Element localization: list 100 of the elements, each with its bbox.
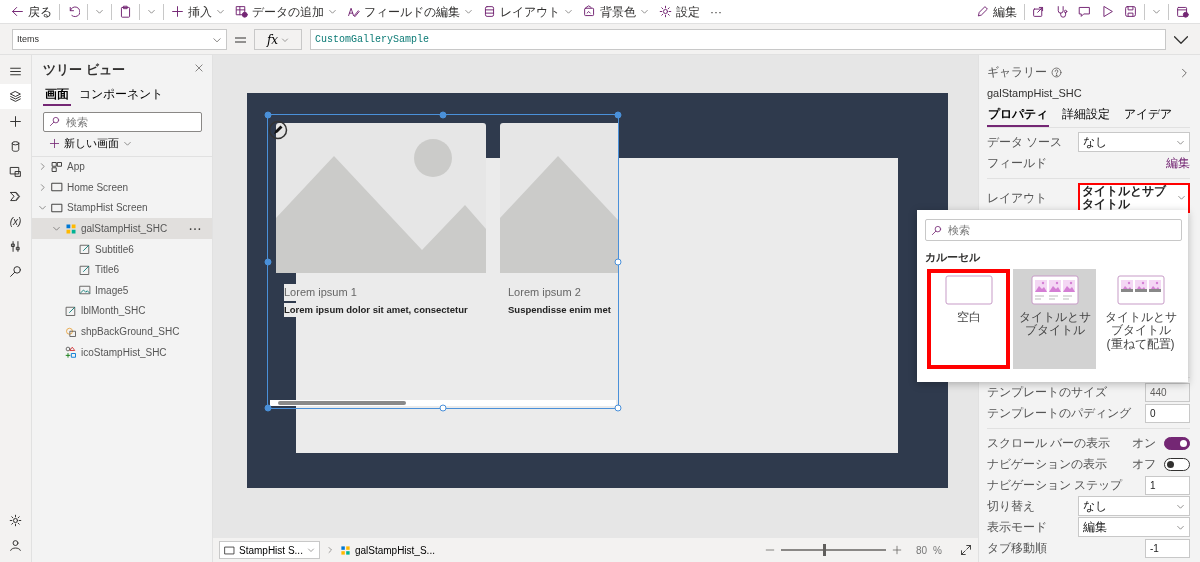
toggle-switch[interactable]: [1164, 457, 1190, 471]
resize-handle[interactable]: [264, 258, 272, 265]
search-field[interactable]: 検索: [925, 219, 1182, 241]
tree-item[interactable]: lblMonth_SHC: [32, 300, 212, 322]
icon-set-icon: [65, 346, 77, 359]
tab[interactable]: コンポーネント: [77, 84, 165, 106]
breadcrumb-item[interactable]: galStampHist_S...: [339, 542, 435, 558]
more-button[interactable]: ···: [705, 0, 727, 23]
expand-caret-icon: [52, 224, 61, 234]
text-edit-icon: [347, 5, 360, 18]
toolbar-button[interactable]: 戻る: [6, 0, 57, 23]
toolbar-button[interactable]: レイアウト: [478, 0, 578, 23]
tab[interactable]: 画面: [43, 84, 71, 106]
back-arrow-icon: [11, 5, 24, 18]
property-label: 表示モード: [987, 519, 1047, 537]
card-layout-icon: [1030, 274, 1079, 305]
plus-icon: [171, 5, 184, 18]
label-icon: [79, 243, 91, 256]
property-label: 切り替え: [987, 498, 1035, 516]
property-label: フィールド: [987, 155, 1047, 172]
more-icon: [188, 225, 202, 232]
tree-item[interactable]: Image5: [32, 280, 212, 301]
tab[interactable]: アイデア: [1123, 104, 1173, 127]
resize-handle[interactable]: [614, 258, 622, 265]
settings-icon: [9, 514, 22, 527]
tab[interactable]: 詳細設定: [1061, 104, 1111, 127]
screen-tab[interactable]: StampHist S...: [219, 541, 320, 559]
blank-layout-icon: [944, 274, 993, 305]
layout-option[interactable]: 空白: [927, 268, 1011, 369]
screen-icon: [51, 202, 63, 214]
stethoscope-icon: [1055, 5, 1068, 18]
toolbar-button[interactable]: データの追加: [230, 0, 342, 23]
gallery-frame[interactable]: Lorem ipsum 1 Lorem ipsum dolor sit amet, consectetur Lorem ipsum 2 Suspendisse enim met: [267, 114, 619, 409]
toolbar-button[interactable]: 挿入: [166, 0, 230, 23]
share-icon: [1032, 5, 1045, 18]
property-dropdown[interactable]: なし: [1078, 496, 1190, 517]
comment-icon: [1078, 5, 1091, 18]
toolbar-button[interactable]: 編集: [971, 0, 1022, 23]
clipboard-icon: [119, 5, 132, 18]
property-label: テンプレートのサイズ: [987, 384, 1107, 402]
property-dropdown[interactable]: なし: [1078, 132, 1190, 152]
property-dropdown[interactable]: 編集: [1078, 517, 1190, 538]
menu-icon: [9, 65, 22, 78]
toolbar-button[interactable]: 背景色: [578, 0, 654, 23]
search-field[interactable]: 検索: [43, 111, 202, 132]
pencil-icon: [976, 5, 989, 18]
tree-item[interactable]: icoStampHist_SHC: [32, 341, 212, 363]
search-icon: [9, 265, 22, 278]
caret-icon: [1152, 7, 1161, 16]
resize-handle[interactable]: [614, 111, 622, 119]
rail-button[interactable]: [0, 84, 31, 109]
property-dropdown[interactable]: タイトルとサブタイトル: [1078, 182, 1190, 213]
chevron-right-icon: [325, 546, 334, 554]
resize-handle[interactable]: [264, 111, 272, 119]
function-button[interactable]: fx: [254, 29, 302, 50]
caret-icon: [306, 546, 315, 554]
tree-item[interactable]: galStampHist_SHC: [32, 218, 212, 239]
tree-item[interactable]: Home Screen: [32, 177, 212, 198]
property-field[interactable]: 1: [1145, 475, 1190, 495]
toolbar-button[interactable]: フィールドの編集: [342, 0, 478, 23]
toggle-switch[interactable]: [1164, 436, 1190, 450]
edit-link[interactable]: 編集: [1166, 154, 1190, 172]
caret-icon: [95, 7, 104, 16]
layout-option[interactable]: タイトルとサブタイトル: [1013, 268, 1097, 369]
equals-icon: [235, 36, 246, 43]
database-icon: [9, 140, 22, 153]
tree-item[interactable]: shpBackGround_SHC: [32, 321, 212, 342]
tree-item[interactable]: Subtitle6: [32, 238, 212, 260]
formula-input[interactable]: CustomGallerySample: [310, 29, 1166, 50]
toolbar-button[interactable]: 設定: [654, 0, 705, 23]
resize-handle[interactable]: [264, 404, 272, 412]
panel-title: ツリー ビュー: [42, 61, 126, 79]
property-dropdown[interactable]: Items: [12, 29, 227, 50]
layout-icon: [483, 5, 496, 18]
property-field[interactable]: -1: [1145, 538, 1190, 558]
new-screen-button[interactable]: 新しい画面: [43, 134, 138, 153]
rail-button[interactable]: (x): [0, 209, 31, 234]
label-icon: [79, 263, 91, 276]
table-icon: [235, 5, 248, 18]
layers-icon: [9, 90, 22, 103]
property-label: レイアウト: [987, 189, 1047, 207]
settings-icon: [659, 5, 672, 18]
resize-handle[interactable]: [614, 404, 622, 412]
tree-item[interactable]: App: [32, 156, 212, 178]
caret-icon: [281, 35, 290, 44]
publish-icon: [1176, 5, 1189, 18]
tree-item[interactable]: StampHist Screen: [32, 197, 212, 219]
fit-screen-icon: [960, 544, 972, 556]
zoom-unit: %: [933, 543, 942, 558]
overlay-layout-icon: [1116, 274, 1165, 305]
resize-handle[interactable]: [439, 404, 447, 412]
frame-icon: [583, 5, 596, 18]
edit-circle-icon: [268, 120, 288, 140]
tab[interactable]: プロパティ: [987, 104, 1049, 127]
gallery-icon: [65, 222, 77, 235]
tree-item[interactable]: Title6: [32, 259, 212, 281]
property-field[interactable]: 0: [1145, 403, 1190, 423]
property-label: タブ移動順: [987, 540, 1047, 558]
property-label: ナビゲーションの表示: [987, 456, 1107, 474]
resize-handle[interactable]: [439, 111, 447, 119]
